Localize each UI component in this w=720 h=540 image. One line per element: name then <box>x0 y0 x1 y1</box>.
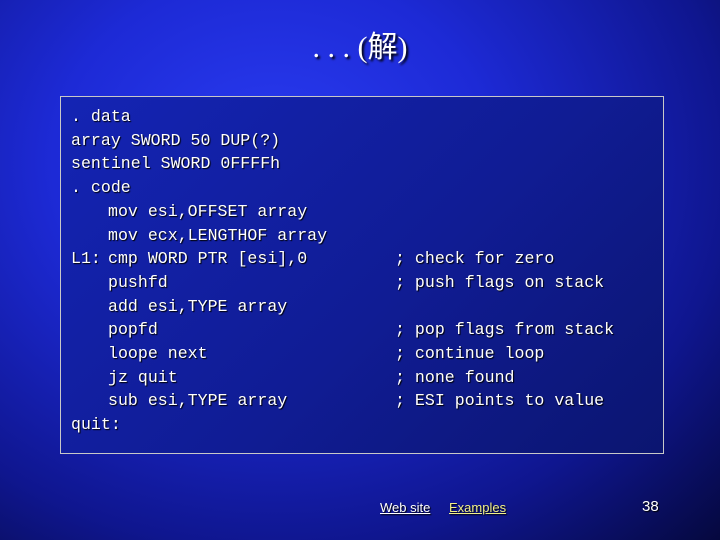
page-number: 38 <box>642 498 659 515</box>
code-line-instruction: jz quit <box>108 367 178 387</box>
slide-title: . . . (解) <box>312 31 408 64</box>
code-line-instruction: mov ecx,LENGTHOF array <box>108 225 328 245</box>
code-line-comment: ; check for zero <box>395 249 555 269</box>
code-line-instruction: cmp WORD PTR [esi],0 <box>108 249 308 269</box>
code-line-instruction: sub esi,TYPE array <box>108 391 288 411</box>
code-line-comment: ; pop flags from stack <box>395 320 615 340</box>
code-line-comment: ; ESI points to value <box>395 391 605 411</box>
code-line-comment: ; none found <box>395 367 515 387</box>
code-line-comment: ; push flags on stack <box>395 272 605 292</box>
web-site-link[interactable]: Web site <box>380 500 430 515</box>
code-listing: . data array SWORD 50 DUP(?) sentinel SW… <box>60 96 664 454</box>
code-line-label: array SWORD 50 DUP(?) <box>71 130 281 150</box>
code-line-instruction: loope next <box>108 344 208 363</box>
code-line-instruction: add esi,TYPE array <box>108 296 288 316</box>
code-line-instruction: pushfd <box>108 272 168 292</box>
code-line-instruction: mov esi,OFFSET array <box>108 201 308 221</box>
examples-link[interactable]: Examples <box>449 500 506 515</box>
code-line-instruction: popfd <box>108 320 158 340</box>
code-line-label: quit: <box>71 415 121 435</box>
code-line-label: . code <box>71 178 131 198</box>
code-line-comment: ; continue loop <box>395 344 545 363</box>
code-line-label: . data <box>71 107 131 126</box>
code-line-label: L1: <box>71 249 101 269</box>
code-line-label: sentinel SWORD 0FFFFh <box>71 154 281 174</box>
